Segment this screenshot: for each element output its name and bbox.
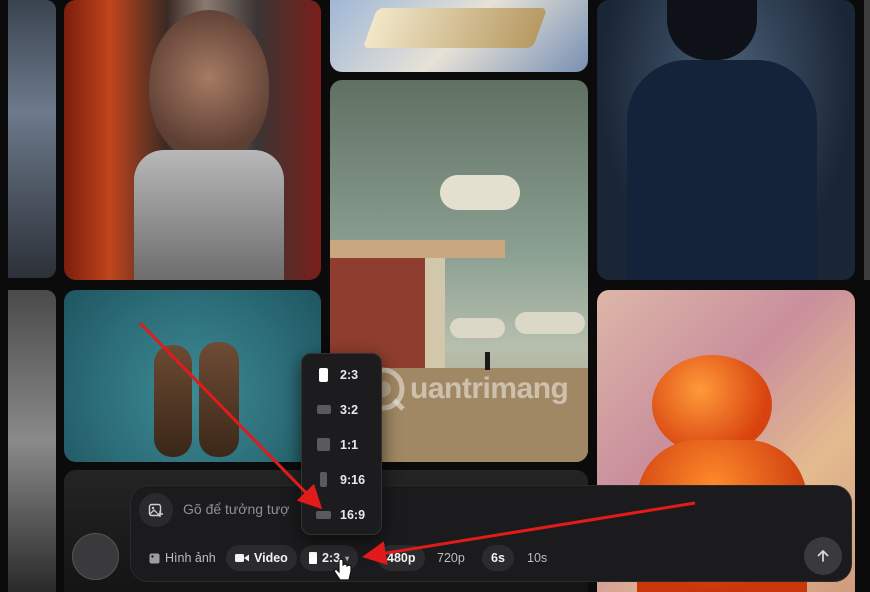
cursor-hand-icon bbox=[333, 558, 352, 581]
annotation-arrows bbox=[138, 321, 696, 565]
annotation-arrow-to-16-9 bbox=[138, 321, 323, 510]
annotation-arrow-to-ratio bbox=[362, 501, 696, 565]
